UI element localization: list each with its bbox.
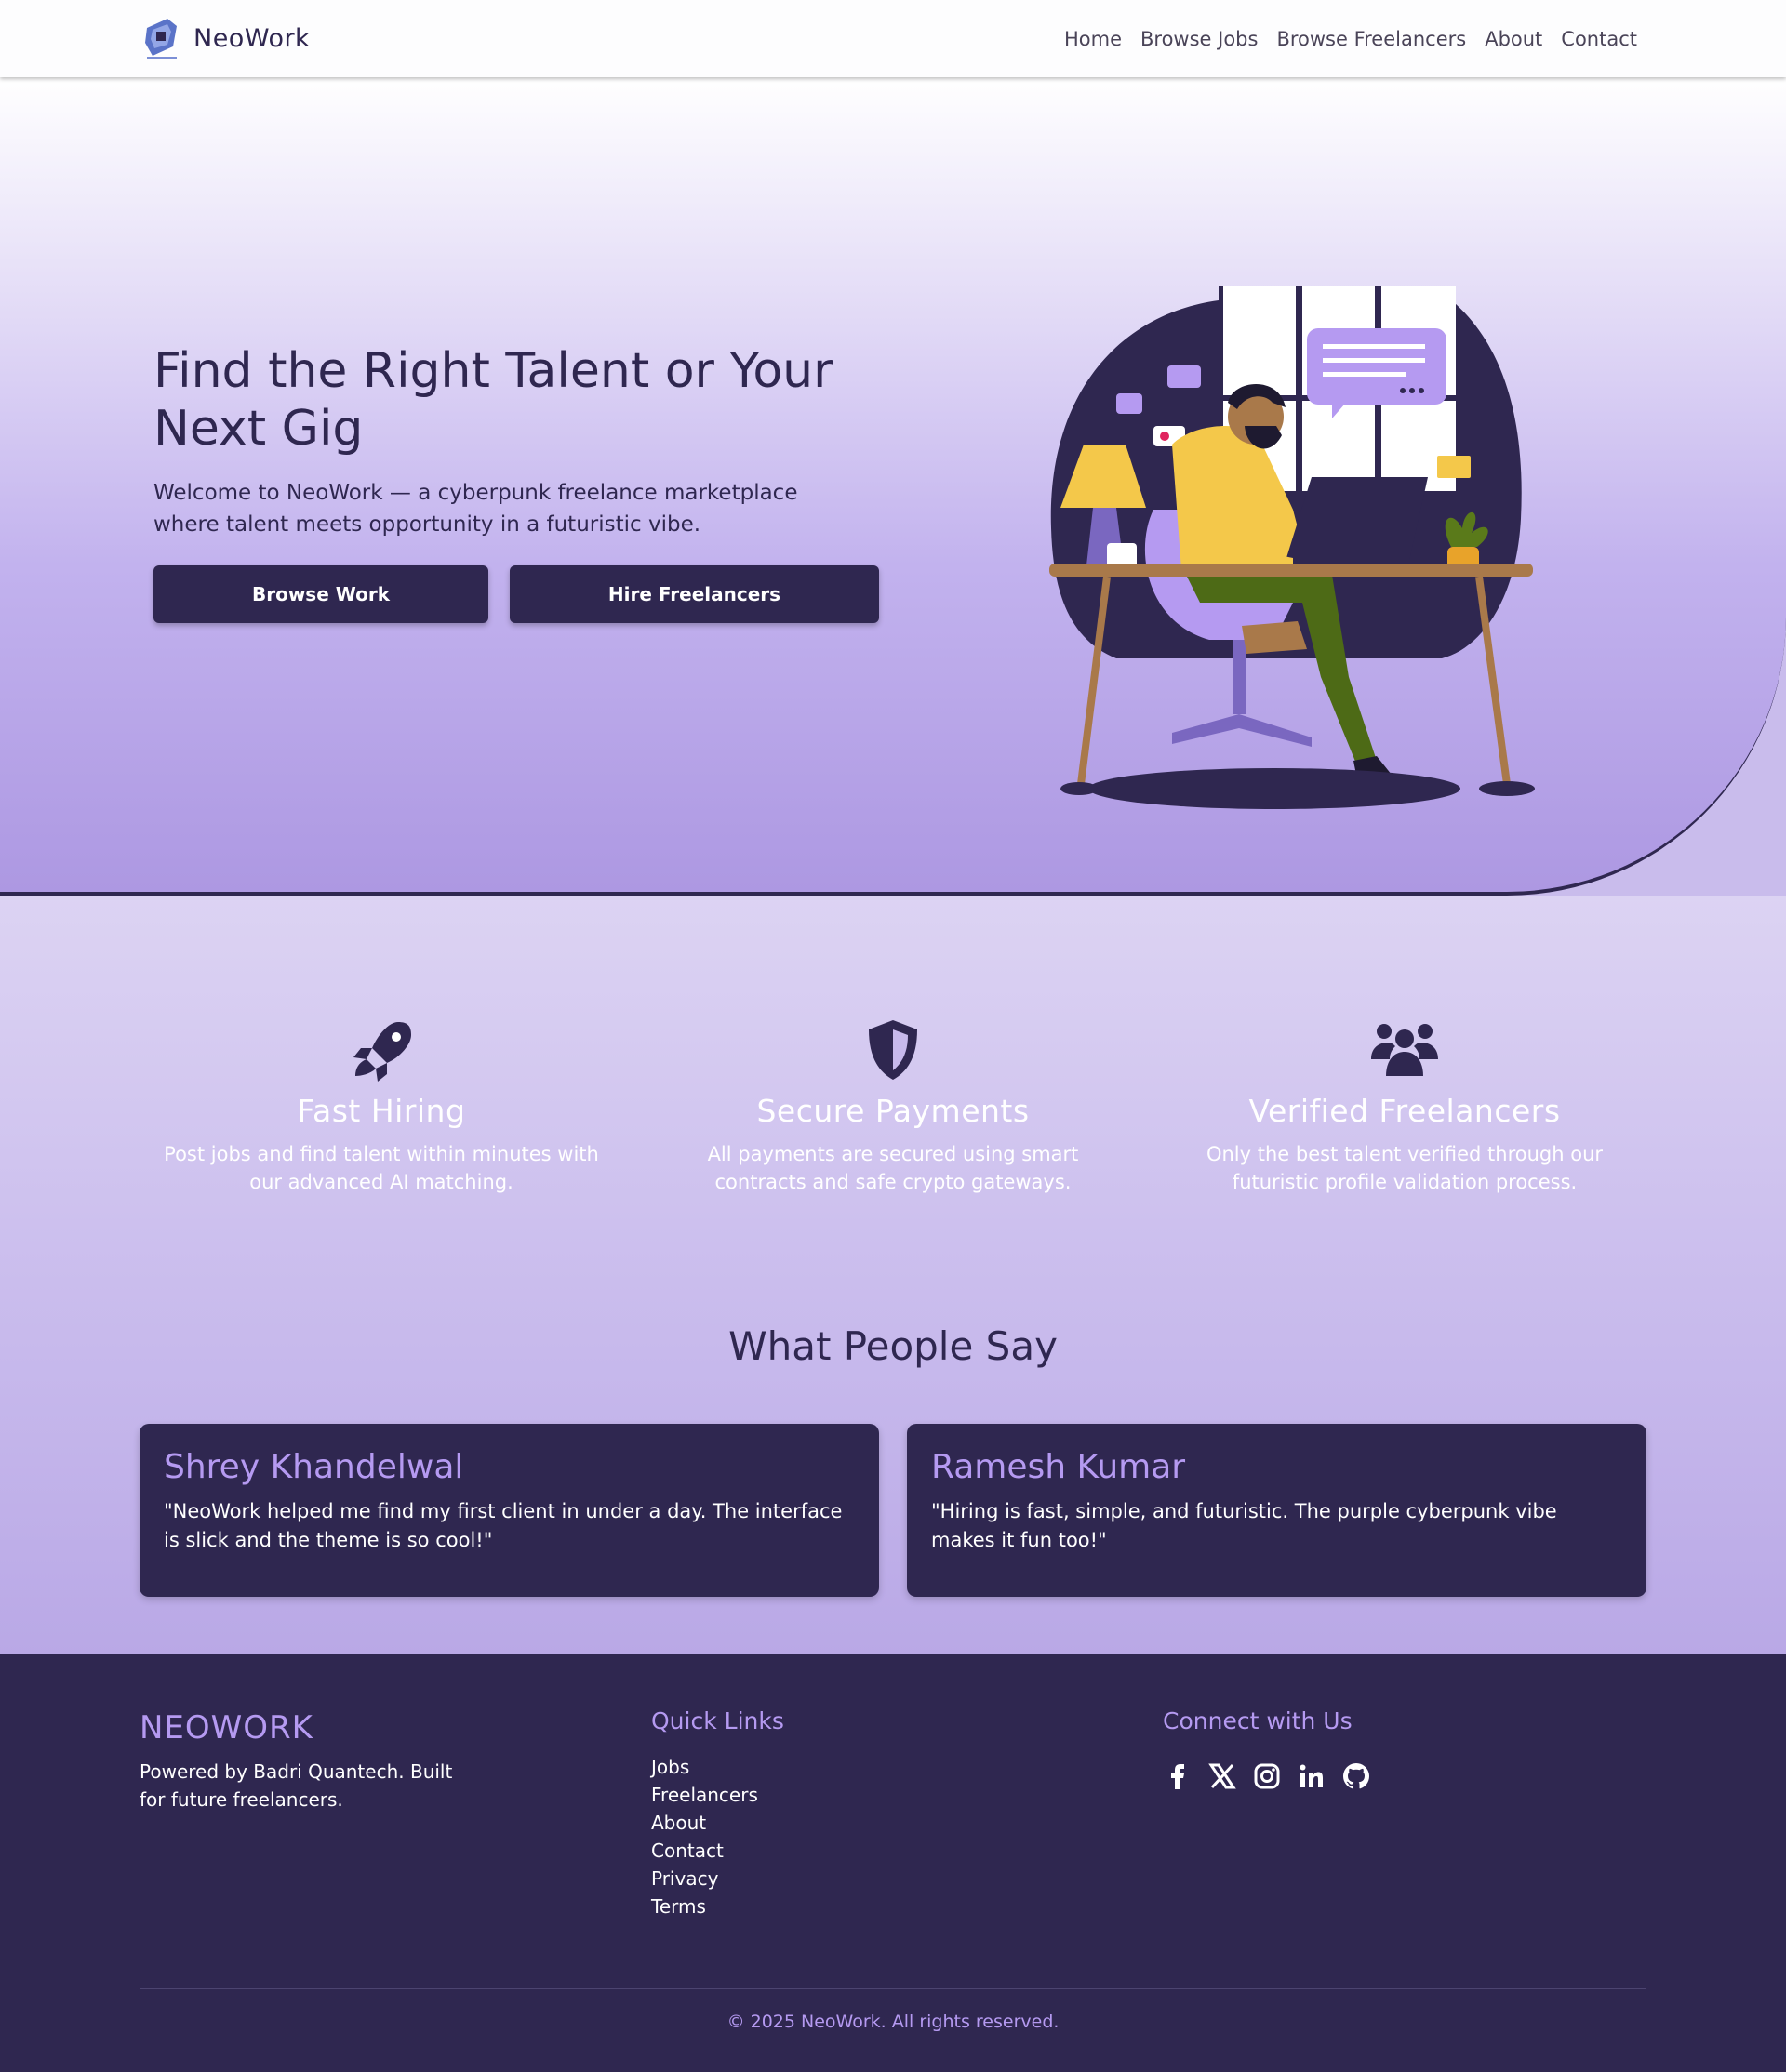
x-icon[interactable] [1207,1761,1237,1791]
footer-divider [140,1988,1646,1989]
footer-tagline: Powered by Badri Quantech. Built for fut… [140,1760,453,1811]
footer-brand: NEOWORK [140,1709,313,1747]
github-icon[interactable] [1341,1761,1371,1791]
feature-text: Post jobs and find talent within minutes… [164,1143,599,1193]
nav-link-browse-jobs[interactable]: Browse Jobs [1140,28,1258,50]
connect-title: Connect with Us [1163,1707,1353,1734]
freelancer-at-desk-illustration [1049,286,1535,809]
browse-work-button[interactable]: Browse Work [153,565,488,623]
brand-link[interactable]: NeoWork [140,13,310,63]
footer-link-privacy[interactable]: Privacy [651,1867,718,1890]
nav-link-contact[interactable]: Contact [1561,28,1637,50]
testimonial-name: Ramesh Kumar [931,1448,1186,1486]
testimonial-quote: "Hiring is fast, simple, and futuristic.… [931,1500,1557,1551]
features-section: Fast Hiring Post jobs and find talent wi… [0,896,1786,1658]
quick-links-title: Quick Links [651,1707,784,1734]
linkedin-icon[interactable] [1297,1761,1326,1791]
feature-card: Fast Hiring Post jobs and find talent wi… [140,1016,623,1196]
instagram-icon[interactable] [1252,1761,1282,1791]
facebook-icon[interactable] [1163,1761,1193,1791]
footer-link-about[interactable]: About [651,1812,706,1834]
footer-link-terms[interactable]: Terms [651,1895,706,1918]
navbar: NeoWork Home Browse Jobs Browse Freelanc… [0,0,1786,77]
neowork-logo-icon [145,19,177,59]
footer-link-freelancers[interactable]: Freelancers [651,1784,758,1806]
feature-card: Verified Freelancers Only the best talen… [1163,1016,1646,1196]
feature-text: All payments are secured using smart con… [707,1143,1079,1193]
hero-section: Find the Right Talent or Your Next Gig W… [0,77,1786,896]
nav-link-browse-freelancers[interactable]: Browse Freelancers [1276,28,1466,50]
feature-title: Fast Hiring [297,1093,466,1129]
footer-link-contact[interactable]: Contact [651,1840,724,1862]
hire-freelancers-button[interactable]: Hire Freelancers [510,565,879,623]
testimonial-card: Ramesh Kumar "Hiring is fast, simple, an… [907,1424,1646,1597]
feature-card: Secure Payments All payments are secured… [651,1016,1135,1196]
feature-title: Secure Payments [756,1093,1030,1129]
nav-link-about[interactable]: About [1485,28,1542,50]
social-links [1163,1761,1371,1791]
footer: NEOWORK Powered by Badri Quantech. Built… [0,1654,1786,2072]
testimonials-title: What People Say [728,1323,1058,1369]
testimonial-quote: "NeoWork helped me find my first client … [164,1500,843,1551]
testimonial-name: Shrey Khandelwal [164,1448,464,1486]
hero-subtitle: Welcome to NeoWork — a cyberpunk freelan… [153,481,798,537]
feature-text: Only the best talent verified through ou… [1206,1143,1604,1193]
nav-link-home[interactable]: Home [1064,28,1122,50]
users-icon [1371,1024,1438,1076]
nav-links: Home Browse Jobs Browse Freelancers Abou… [1064,0,1637,77]
quick-links-list: Jobs Freelancers About Contact Privacy T… [651,1756,758,1923]
brand-name: NeoWork [193,23,311,53]
copyright: © 2025 NeoWork. All rights reserved. [726,2012,1060,2032]
shield-icon [869,1020,917,1080]
footer-link-jobs[interactable]: Jobs [651,1756,689,1778]
hero-title: Find the Right Talent or Your Next Gig [153,343,833,457]
rocket-icon [353,1022,411,1082]
feature-title: Verified Freelancers [1248,1093,1561,1129]
testimonial-card: Shrey Khandelwal "NeoWork helped me find… [140,1424,879,1597]
